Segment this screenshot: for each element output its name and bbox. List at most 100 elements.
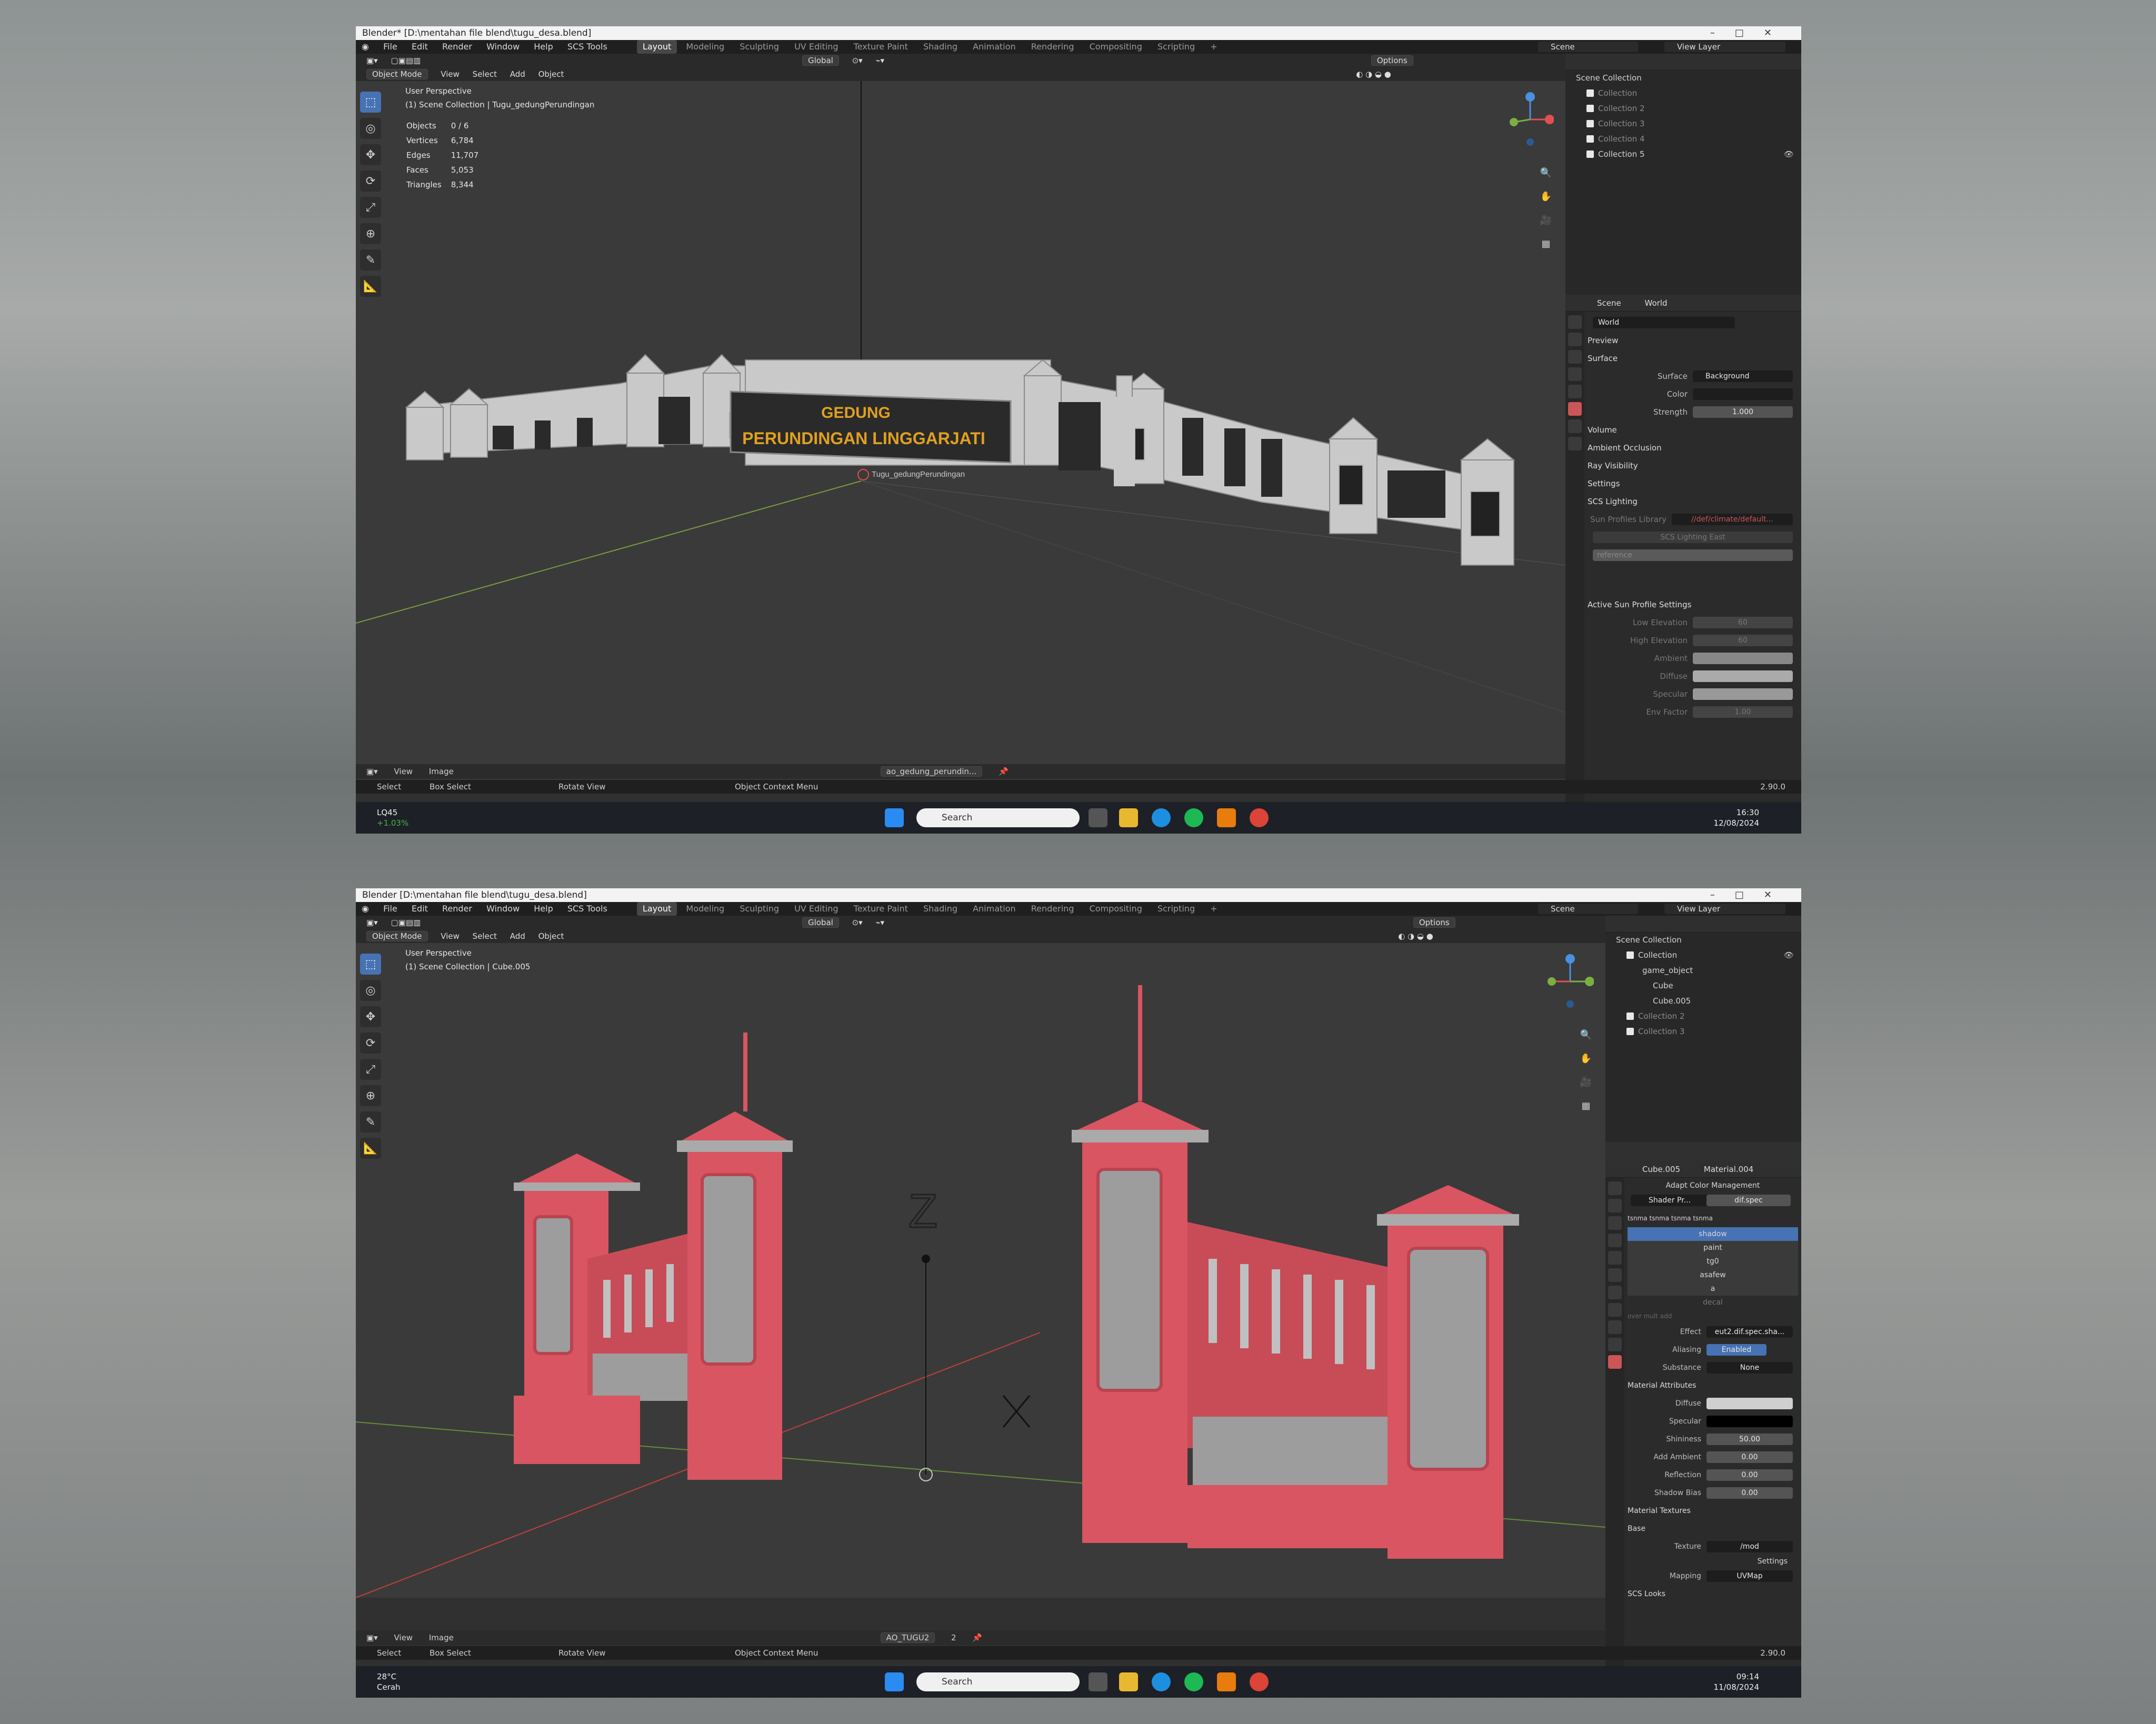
texture-field[interactable]: /mod <box>1706 1541 1793 1552</box>
add-ambient-field[interactable]: 0.00 <box>1706 1451 1793 1463</box>
diffuse-color[interactable] <box>1706 1398 1793 1409</box>
tab-layout[interactable]: Layout <box>636 40 677 54</box>
tab-object[interactable]: Cube.005 <box>1642 1165 1680 1174</box>
stock-widget[interactable]: LQ45 +1.03% <box>377 807 408 828</box>
menu-file[interactable]: File <box>377 902 403 916</box>
window-controls[interactable]: –□✕ <box>1710 888 1792 902</box>
render-tab-icon[interactable] <box>1568 333 1582 346</box>
menu-render[interactable]: Render <box>436 902 478 916</box>
section-volume[interactable]: Volume <box>1588 421 1798 439</box>
outliner-collection-3[interactable]: Collection 3 <box>1565 116 1801 132</box>
checkbox[interactable] <box>1586 120 1594 127</box>
flag-tsnma[interactable]: tsnma <box>1649 1215 1669 1222</box>
menu-file[interactable]: File <box>377 40 403 54</box>
outliner-collection-2[interactable]: Collection 2 <box>1605 1009 1801 1024</box>
blender-logo-icon[interactable]: ◉ <box>356 902 375 916</box>
world-name-field[interactable]: World <box>1593 317 1735 328</box>
flag-tsnma[interactable]: tsnma <box>1693 1215 1713 1222</box>
surface-field[interactable]: Background <box>1693 370 1793 382</box>
base-texture-header[interactable]: Base <box>1628 1520 1798 1538</box>
section-surface[interactable]: Surface <box>1588 349 1798 367</box>
checkbox[interactable] <box>1586 151 1594 158</box>
shading-mode-icons[interactable]: ◐ ◑ ◒ ● <box>1356 67 1391 81</box>
sun-library-field[interactable]: //def/climate/default... <box>1672 514 1793 525</box>
menu-object[interactable]: Object <box>538 67 564 81</box>
color-field[interactable] <box>1693 388 1793 400</box>
outliner-scene-collection[interactable]: Scene Collection <box>1565 71 1801 86</box>
checkbox[interactable] <box>1586 89 1594 97</box>
view-layer-selector[interactable]: View Layer <box>1664 42 1785 52</box>
taskbar-search[interactable]: Search <box>916 1672 1080 1691</box>
camera-icon[interactable]: 🎥 <box>1538 213 1554 228</box>
tab-rendering[interactable]: Rendering <box>1025 902 1081 916</box>
transform-tool[interactable]: ⊕ <box>360 1085 381 1106</box>
outliner-game-object[interactable]: game_object <box>1605 963 1801 978</box>
effect-field[interactable]: eut2.dif.spec.sha... <box>1706 1326 1793 1338</box>
pivot-icon[interactable]: ⊙▾ <box>852 54 863 67</box>
measure-tool[interactable]: 📐 <box>360 1138 381 1159</box>
section-active-sun[interactable]: Active Sun Profile Settings <box>1588 596 1798 614</box>
image-menu-view[interactable]: View <box>394 767 413 776</box>
blender-logo-icon[interactable]: ◉ <box>356 40 375 54</box>
section-ambient-occlusion[interactable]: Ambient Occlusion <box>1588 439 1798 457</box>
object-tab-icon[interactable] <box>1608 1286 1622 1299</box>
options-button[interactable]: Options <box>1413 917 1455 928</box>
checkbox[interactable] <box>1626 951 1634 959</box>
menu-select[interactable]: Select <box>473 67 497 81</box>
view-layer-selector[interactable]: View Layer <box>1664 904 1785 914</box>
section-material-attributes[interactable]: Material Attributes <box>1628 1377 1798 1395</box>
menu-help[interactable]: Help <box>528 902 558 916</box>
output-tab-icon[interactable] <box>1568 350 1582 364</box>
tab-uv-editing[interactable]: UV Editing <box>788 902 844 916</box>
move-tool[interactable]: ✥ <box>360 144 381 165</box>
reference-field[interactable]: reference <box>1593 549 1793 561</box>
transform-orientation[interactable]: Global <box>802 917 839 928</box>
menu-window[interactable]: Window <box>481 902 525 916</box>
outliner-header[interactable] <box>1565 54 1801 71</box>
move-tool[interactable]: ✥ <box>360 1006 381 1027</box>
menu-window[interactable]: Window <box>481 40 525 54</box>
menu-help[interactable]: Help <box>528 40 558 54</box>
scale-tool[interactable]: ⤢ <box>360 1059 381 1080</box>
modifier-tab-icon[interactable] <box>1608 1303 1622 1317</box>
reflection-field[interactable]: 0.00 <box>1706 1469 1793 1481</box>
pin-icon[interactable]: 📌 <box>999 767 1009 776</box>
section-ray-visibility[interactable]: Ray Visibility <box>1588 457 1798 475</box>
specular-color[interactable] <box>1706 1416 1793 1427</box>
shadow-bias-field[interactable]: 0.00 <box>1706 1487 1793 1499</box>
outliner-collection[interactable]: Collection <box>1565 86 1801 101</box>
specular-field[interactable] <box>1693 688 1793 700</box>
section-material-textures[interactable]: Material Textures <box>1628 1502 1798 1520</box>
menu-view[interactable]: View <box>441 67 460 81</box>
menu-select[interactable]: Select <box>473 929 497 943</box>
tab-scene[interactable]: Scene <box>1597 298 1621 308</box>
outliner-collection[interactable]: Collection 👁 <box>1605 948 1801 963</box>
tab-shading[interactable]: Shading <box>917 40 964 54</box>
checkbox[interactable] <box>1626 1013 1634 1020</box>
object-tab-icon[interactable] <box>1568 437 1582 450</box>
outliner-collection-5[interactable]: Collection 5 👁 <box>1565 147 1801 162</box>
low-elevation-field[interactable]: 60 <box>1693 617 1793 628</box>
grid-icon[interactable]: ▦ <box>1578 1098 1594 1114</box>
snap-icon[interactable]: ⌁▾ <box>876 54 885 67</box>
menu-add[interactable]: Add <box>510 67 525 81</box>
spotify-icon[interactable] <box>1184 808 1203 827</box>
tab-texture-paint[interactable]: Texture Paint <box>847 902 914 916</box>
image-menu-image[interactable]: Image <box>429 1633 454 1642</box>
tab-animation[interactable]: Animation <box>966 40 1022 54</box>
blender-taskbar-icon[interactable] <box>1217 1672 1236 1691</box>
editor-type-icon[interactable]: ▣▾ <box>366 54 378 67</box>
flag-tg0[interactable]: tg0 <box>1628 1255 1798 1268</box>
world-tab-icon[interactable] <box>1568 402 1582 416</box>
navigation-gizmo[interactable] <box>1546 953 1594 1016</box>
menu-object[interactable]: Object <box>538 929 564 943</box>
viewport-3d[interactable]: Z ⬚ ◎ ✥ ⟳ ⤢ ⊕ ✎ 📐 User Perspective (1) S… <box>356 943 1605 1598</box>
chrome-icon[interactable] <box>1250 1672 1269 1691</box>
material-tab-icon[interactable] <box>1608 1355 1622 1369</box>
spotify-icon[interactable] <box>1184 1672 1203 1691</box>
tab-compositing[interactable]: Compositing <box>1083 902 1149 916</box>
section-scs-lighting[interactable]: SCS Lighting <box>1588 493 1798 510</box>
mapping-field[interactable]: UVMap <box>1706 1570 1793 1582</box>
tab-scripting[interactable]: Scripting <box>1151 40 1201 54</box>
scs-east-field[interactable]: SCS Lighting East <box>1593 532 1793 543</box>
